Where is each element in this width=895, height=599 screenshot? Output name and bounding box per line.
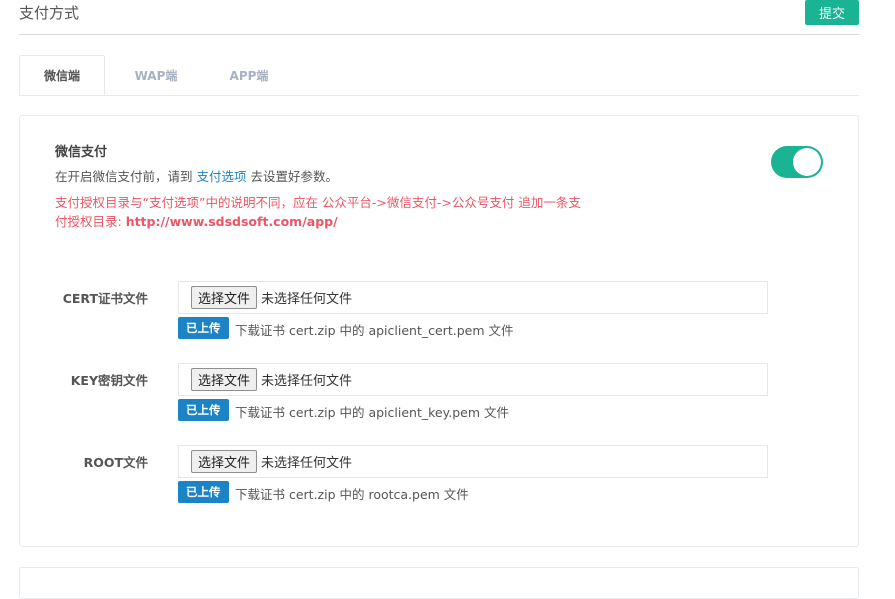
root-uploaded-badge: 已上传 [178, 481, 229, 503]
settings-panel-2 [19, 567, 859, 599]
submit-button[interactable]: 提交 [805, 0, 859, 25]
root-choose-file-button[interactable]: 选择文件 [191, 450, 258, 473]
cert-choose-file-button[interactable]: 选择文件 [191, 286, 258, 309]
page-title: 支付方式 [19, 4, 80, 22]
warning-line-2-prefix: 付授权目录: [55, 214, 126, 229]
root-file-status: 未选择任何文件 [261, 456, 353, 471]
key-file-status: 未选择任何文件 [261, 374, 353, 389]
wechat-pay-toggle[interactable] [771, 146, 823, 178]
toggle-knob [793, 148, 821, 176]
root-file-input[interactable]: 选择文件 未选择任何文件 [178, 445, 768, 478]
tab-wap[interactable]: WAP端 [115, 55, 197, 95]
authorization-warning: 支付授权目录与“支付选项”中的说明不同，应在 公众平台->微信支付->公众号支付… [55, 193, 625, 231]
warning-url: http://www.sdsdsoft.com/app/ [125, 214, 338, 229]
tab-wechat[interactable]: 微信端 [19, 55, 105, 95]
key-uploaded-badge: 已上传 [178, 399, 229, 421]
key-file-hint: 下载证书 cert.zip 中的 apiclient_key.pem 文件 [235, 405, 509, 420]
payment-options-link[interactable]: 支付选项 [197, 169, 247, 184]
wechat-pay-description: 在开启微信支付前，请到 支付选项 去设置好参数。 [55, 166, 338, 185]
cert-file-hint: 下载证书 cert.zip 中的 apiclient_cert.pem 文件 [235, 323, 514, 338]
tab-bar: 微信端 WAP端 APP端 [19, 55, 859, 96]
key-choose-file-button[interactable]: 选择文件 [191, 368, 258, 391]
root-file-hint: 下载证书 cert.zip 中的 rootca.pem 文件 [235, 487, 469, 502]
title-divider [19, 34, 859, 35]
cert-uploaded-badge: 已上传 [178, 317, 229, 339]
cert-file-input[interactable]: 选择文件 未选择任何文件 [178, 281, 768, 314]
desc-prefix: 在开启微信支付前，请到 [55, 169, 193, 184]
warning-line-2: 付授权目录: http://www.sdsdsoft.com/app/ [55, 212, 625, 231]
desc-suffix: 去设置好参数。 [250, 169, 339, 184]
warning-line-1: 支付授权目录与“支付选项”中的说明不同，应在 公众平台->微信支付->公众号支付… [55, 195, 581, 210]
key-file-input[interactable]: 选择文件 未选择任何文件 [178, 363, 768, 396]
tab-app[interactable]: APP端 [209, 55, 289, 95]
key-file-label: KEY密钥文件 [70, 373, 148, 388]
cert-file-status: 未选择任何文件 [261, 292, 353, 307]
cert-file-label: CERT证书文件 [62, 291, 148, 306]
wechat-pay-title: 微信支付 [55, 145, 108, 160]
root-file-label: ROOT文件 [83, 455, 148, 470]
